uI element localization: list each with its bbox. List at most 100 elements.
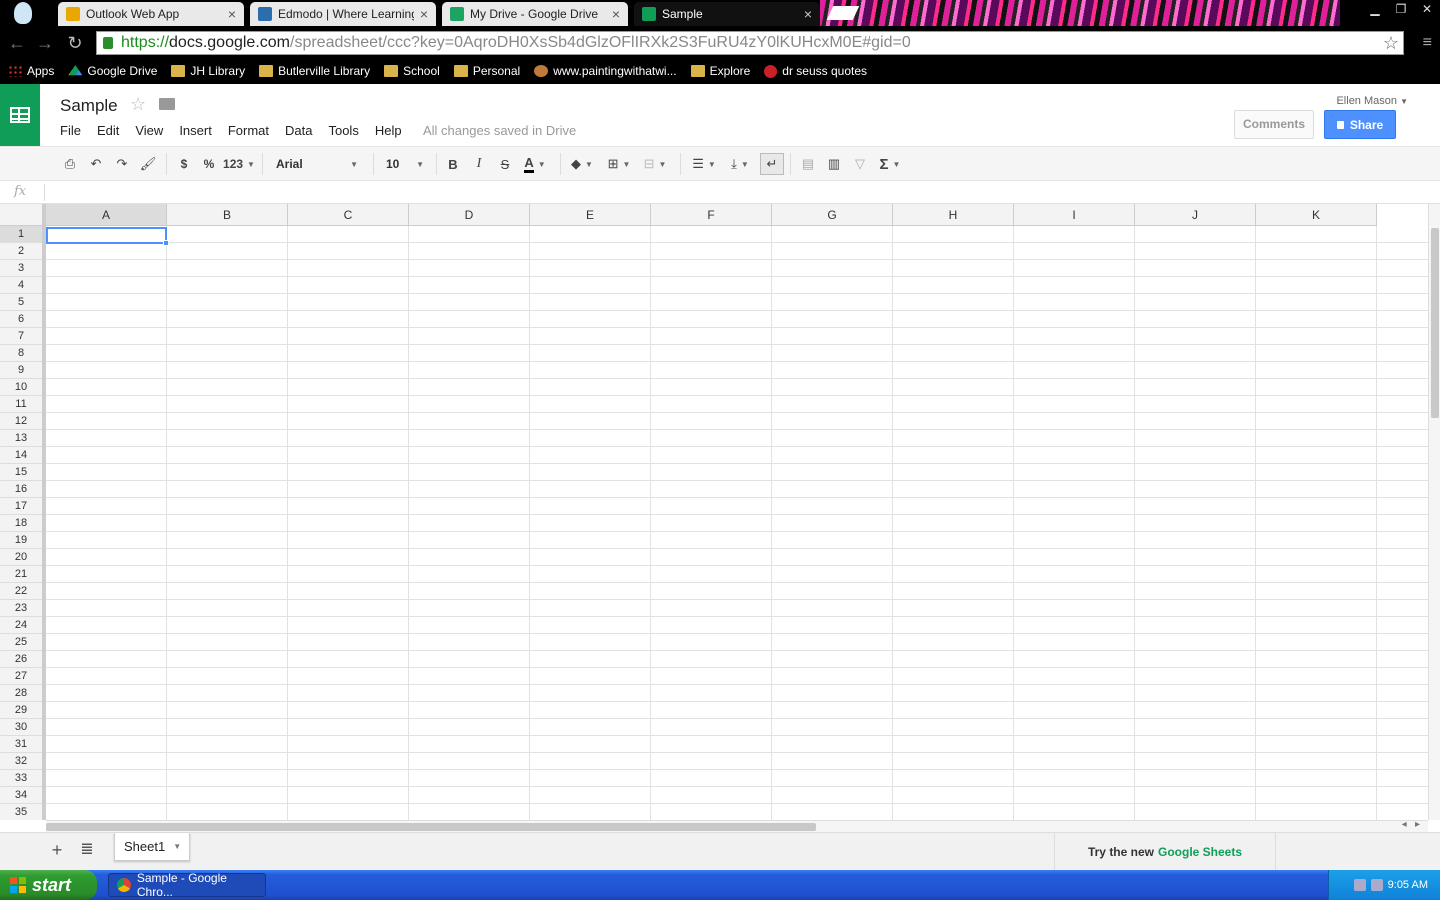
close-icon[interactable]: × — [804, 6, 812, 22]
horizontal-scroll-thumb[interactable] — [46, 823, 816, 831]
row-header-31[interactable]: 31 — [0, 736, 42, 753]
column-header-j[interactable]: J — [1135, 204, 1256, 226]
bookmark-apps[interactable]: Apps — [8, 64, 54, 78]
bookmark-explore[interactable]: Explore — [690, 64, 750, 78]
strikethrough-button[interactable]: S — [496, 153, 514, 175]
volume-icon[interactable] — [1353, 879, 1366, 891]
url-input[interactable]: https://docs.google.com/spreadsheet/ccc?… — [96, 31, 1404, 55]
functions-dropdown[interactable]: Σ ▼ — [876, 153, 904, 175]
font-family-dropdown[interactable]: Arial ▼ — [268, 153, 366, 175]
try-new-sheets-link[interactable]: Try the new Google Sheets — [1054, 833, 1276, 871]
vertical-scroll-thumb[interactable] — [1431, 228, 1439, 418]
bold-button[interactable]: B — [444, 153, 462, 175]
taskbar-chrome-window[interactable]: Sample - Google Chro... — [108, 871, 266, 899]
column-header-h[interactable]: H — [893, 204, 1014, 226]
row-header-15[interactable]: 15 — [0, 464, 42, 481]
borders-dropdown[interactable]: ⊞ ▼ — [604, 153, 634, 175]
print-icon[interactable]: ⎙ — [60, 153, 80, 175]
horizontal-align-dropdown[interactable]: ☰ ▼ — [688, 153, 720, 175]
close-window-icon[interactable]: ✕ — [1414, 0, 1440, 18]
font-size-dropdown[interactable]: 10 ▼ — [380, 153, 430, 175]
filter-icon[interactable]: ▽ — [850, 153, 870, 175]
tab-outlook[interactable]: Outlook Web App × — [58, 2, 244, 26]
menu-tools[interactable]: Tools — [328, 123, 358, 138]
row-header-24[interactable]: 24 — [0, 617, 42, 634]
row-header-2[interactable]: 2 — [0, 243, 42, 260]
row-header-7[interactable]: 7 — [0, 328, 42, 345]
active-cell-a1[interactable] — [46, 227, 169, 246]
column-header-d[interactable]: D — [409, 204, 530, 226]
minimize-icon[interactable]: ▁ — [1362, 0, 1388, 18]
cell-grid[interactable] — [46, 226, 1428, 820]
menu-help[interactable]: Help — [375, 123, 402, 138]
bookmark-school[interactable]: School — [384, 64, 440, 78]
horizontal-scrollbar[interactable]: ◂ ▸ — [46, 819, 1428, 832]
row-header-23[interactable]: 23 — [0, 600, 42, 617]
row-header-33[interactable]: 33 — [0, 770, 42, 787]
undo-icon[interactable]: ↶ — [86, 153, 106, 175]
column-header-c[interactable]: C — [288, 204, 409, 226]
account-menu[interactable]: Ellen Mason ▼ — [1336, 95, 1408, 107]
menu-file[interactable]: File — [60, 123, 81, 138]
row-header-35[interactable]: 35 — [0, 804, 42, 820]
sheets-home-logo[interactable] — [0, 84, 40, 146]
start-button[interactable]: start — [0, 870, 97, 900]
bookmark-butlerville-library[interactable]: Butlerville Library — [259, 64, 370, 78]
menu-edit[interactable]: Edit — [97, 123, 119, 138]
row-header-28[interactable]: 28 — [0, 685, 42, 702]
row-header-4[interactable]: 4 — [0, 277, 42, 294]
column-header-i[interactable]: I — [1014, 204, 1135, 226]
all-sheets-menu-icon[interactable]: ≣ — [78, 839, 96, 861]
column-header-e[interactable]: E — [530, 204, 651, 226]
bookmark-jh-library[interactable]: JH Library — [171, 64, 245, 78]
wrap-text-button[interactable]: ↵ — [760, 153, 784, 175]
column-header-b[interactable]: B — [167, 204, 288, 226]
close-icon[interactable]: × — [228, 6, 236, 22]
scroll-arrows[interactable]: ◂ ▸ — [1402, 819, 1420, 830]
menu-view[interactable]: View — [135, 123, 163, 138]
chrome-profile-icon[interactable] — [14, 2, 32, 24]
sheet-tab-sheet1[interactable]: Sheet1 ▼ — [114, 833, 190, 861]
insert-chart-icon[interactable]: ▥ — [824, 153, 844, 175]
paint-format-icon[interactable]: 🖌 — [138, 153, 158, 175]
row-header-20[interactable]: 20 — [0, 549, 42, 566]
row-header-6[interactable]: 6 — [0, 311, 42, 328]
document-title[interactable]: Sample — [60, 96, 118, 116]
row-header-34[interactable]: 34 — [0, 787, 42, 804]
formula-input[interactable] — [44, 184, 1434, 201]
row-header-10[interactable]: 10 — [0, 379, 42, 396]
row-header-21[interactable]: 21 — [0, 566, 42, 583]
restore-icon[interactable]: ❐ — [1388, 0, 1414, 18]
row-header-13[interactable]: 13 — [0, 430, 42, 447]
redo-icon[interactable]: ↷ — [112, 153, 132, 175]
bookmark-dr-seuss[interactable]: dr seuss quotes — [764, 64, 867, 78]
row-header-19[interactable]: 19 — [0, 532, 42, 549]
bookmark-painting[interactable]: www.paintingwithatwi... — [534, 64, 677, 78]
bookmark-google-drive[interactable]: Google Drive — [68, 64, 157, 78]
column-header-k[interactable]: K — [1256, 204, 1377, 226]
insert-comment-icon[interactable]: ▤ — [798, 153, 818, 175]
row-header-16[interactable]: 16 — [0, 481, 42, 498]
forward-arrow-icon[interactable]: → — [34, 33, 56, 53]
tab-google-drive[interactable]: My Drive - Google Drive × — [442, 2, 628, 26]
row-header-26[interactable]: 26 — [0, 651, 42, 668]
italic-button[interactable]: I — [470, 153, 488, 175]
row-header-17[interactable]: 17 — [0, 498, 42, 515]
row-header-25[interactable]: 25 — [0, 634, 42, 651]
row-header-12[interactable]: 12 — [0, 413, 42, 430]
fill-handle[interactable] — [163, 240, 169, 246]
bookmark-personal[interactable]: Personal — [453, 64, 520, 78]
row-header-30[interactable]: 30 — [0, 719, 42, 736]
column-header-g[interactable]: G — [772, 204, 893, 226]
merge-cells-dropdown[interactable]: ⊟ ▼ — [638, 153, 672, 175]
column-header-a[interactable]: A — [46, 204, 167, 226]
network-icon[interactable] — [1370, 879, 1383, 891]
reload-icon[interactable]: ↻ — [64, 33, 86, 53]
row-header-14[interactable]: 14 — [0, 447, 42, 464]
share-button[interactable]: Share — [1324, 110, 1396, 139]
row-header-18[interactable]: 18 — [0, 515, 42, 532]
select-all-corner[interactable] — [0, 204, 46, 226]
text-color-dropdown[interactable]: A ▼ — [518, 153, 552, 175]
folder-icon[interactable] — [159, 98, 175, 110]
bookmark-star-icon[interactable]: ☆ — [1383, 33, 1399, 54]
